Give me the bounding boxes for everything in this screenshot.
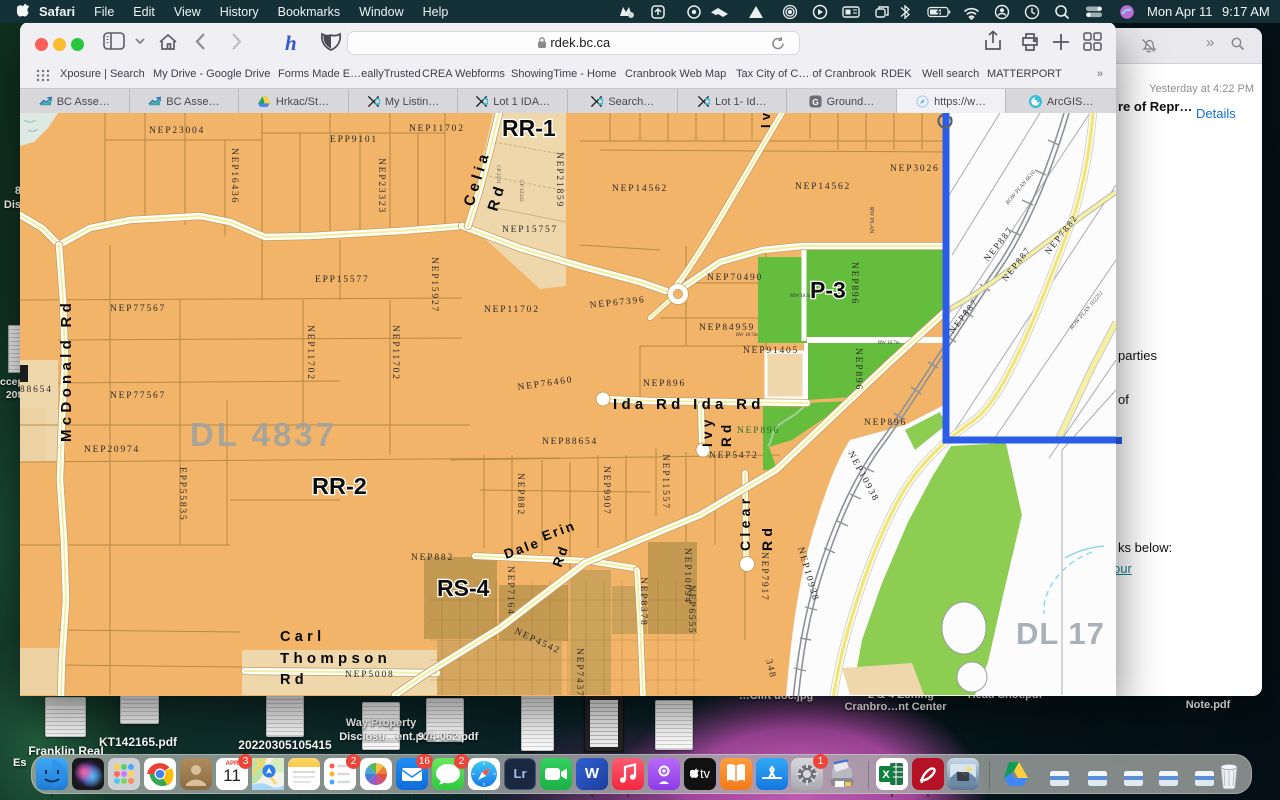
svg-text:Ivy: Ivy xyxy=(700,415,715,447)
svg-text:NEP70490: NEP70490 xyxy=(707,273,763,283)
svg-text:X: X xyxy=(882,769,890,781)
svg-text:NEP882: NEP882 xyxy=(515,473,525,516)
svg-text:Rd: Rd xyxy=(759,524,775,551)
svg-text:NEP3026: NEP3026 xyxy=(890,164,940,174)
svg-text:RW PLAN: RW PLAN xyxy=(868,207,874,234)
svg-text:NEP15757: NEP15757 xyxy=(502,225,558,235)
svg-text:NEP896: NEP896 xyxy=(849,262,859,305)
svg-text:NEP7164: NEP7164 xyxy=(505,566,515,616)
svg-text:EPP15577: EPP15577 xyxy=(315,275,370,285)
svg-text:NEP77567: NEP77567 xyxy=(110,304,166,314)
svg-text:NEP88654: NEP88654 xyxy=(542,437,598,447)
svg-text:NEP14562: NEP14562 xyxy=(795,182,851,192)
svg-text:NEP20974: NEP20974 xyxy=(84,445,140,455)
svg-text:Carl: Carl xyxy=(280,629,325,645)
svg-text:NEP23323: NEP23323 xyxy=(376,158,386,214)
svg-text:RR-1: RR-1 xyxy=(502,115,556,141)
svg-text:RW 18.7m: RW 18.7m xyxy=(878,341,900,346)
svg-text:NEP11557: NEP11557 xyxy=(660,454,670,510)
svg-text:Thompson: Thompson xyxy=(280,650,391,667)
svg-text:h: h xyxy=(285,31,297,55)
svg-text:NEP896: NEP896 xyxy=(737,426,780,436)
svg-text:Clear: Clear xyxy=(737,494,753,551)
svg-text:EPP55835: EPP55835 xyxy=(177,467,187,522)
svg-text:9:17 AM: 9:17 AM xyxy=(1222,4,1270,19)
svg-text:NEP11702: NEP11702 xyxy=(484,305,540,315)
svg-text:RW 18.7m: RW 18.7m xyxy=(736,333,758,338)
svg-text:Iv: Iv xyxy=(758,113,773,128)
svg-text:P-3: P-3 xyxy=(810,277,846,303)
svg-text:NEP91405: NEP91405 xyxy=(743,346,799,356)
svg-text:RR-2: RR-2 xyxy=(312,473,367,499)
svg-text:NEP14562: NEP14562 xyxy=(612,184,668,194)
svg-text:CP 2231: CP 2231 xyxy=(495,165,501,184)
svg-text:RS-4: RS-4 xyxy=(437,575,490,601)
svg-text:CP 12345: CP 12345 xyxy=(518,180,524,202)
svg-text:NEP882: NEP882 xyxy=(411,553,454,563)
svg-text:Ida Rd Ida Rd: Ida Rd Ida Rd xyxy=(613,396,765,413)
svg-text:G: G xyxy=(812,97,819,107)
svg-text:88654: 88654 xyxy=(20,385,53,395)
svg-text:NEP5472: NEP5472 xyxy=(709,451,759,461)
svg-text:Rd: Rd xyxy=(280,672,308,688)
svg-text:NEP11702: NEP11702 xyxy=(390,325,400,381)
svg-text:NEP84959: NEP84959 xyxy=(699,323,755,333)
svg-text:NEP7917: NEP7917 xyxy=(759,552,769,602)
svg-text:NEP7437: NEP7437 xyxy=(574,648,584,696)
svg-text:DL 4837: DL 4837 xyxy=(190,416,337,453)
svg-text:NEP21859: NEP21859 xyxy=(554,152,564,208)
svg-text:EPP9101: EPP9101 xyxy=(330,135,378,145)
svg-text:NEP23004: NEP23004 xyxy=(149,126,205,136)
svg-text:NEP77567: NEP77567 xyxy=(110,391,166,401)
svg-text:NEP896: NEP896 xyxy=(864,418,907,428)
svg-text:NEP9907: NEP9907 xyxy=(601,466,611,516)
svg-text:NEP16436: NEP16436 xyxy=(229,148,239,204)
svg-text:NEP896: NEP896 xyxy=(643,379,686,389)
svg-text:McDonald Rd: McDonald Rd xyxy=(58,299,75,442)
svg-text:NEP8378: NEP8378 xyxy=(638,577,648,627)
svg-text:Mon Apr 11: Mon Apr 11 xyxy=(1147,4,1213,19)
svg-text:Rd: Rd xyxy=(719,420,734,447)
svg-text:NEP11702: NEP11702 xyxy=(409,124,465,134)
svg-text:NEP11702: NEP11702 xyxy=(305,325,315,381)
svg-text:NEP5008: NEP5008 xyxy=(345,670,395,680)
svg-text:NEP6555: NEP6555 xyxy=(686,585,696,635)
svg-text:NEP896: NEP896 xyxy=(853,348,863,391)
svg-text:NEP15927: NEP15927 xyxy=(429,257,439,313)
svg-text:DL 17: DL 17 xyxy=(1016,616,1105,651)
